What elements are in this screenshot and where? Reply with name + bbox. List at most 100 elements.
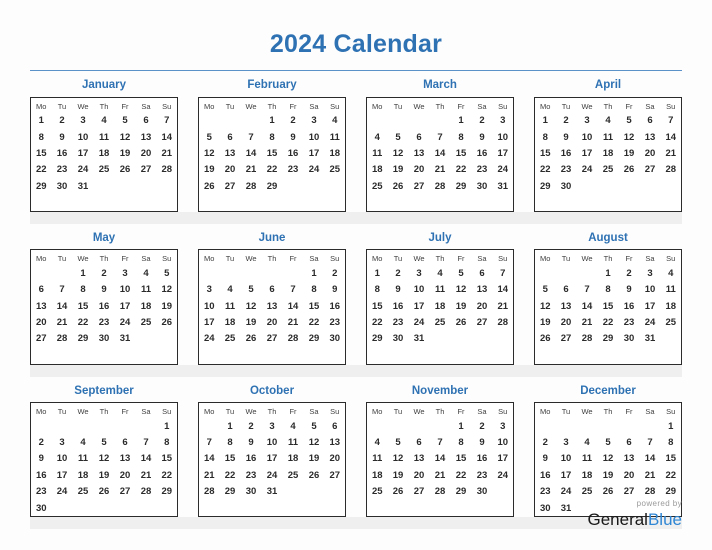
day-cell[interactable]: 29 (220, 484, 241, 500)
day-cell[interactable]: 23 (325, 314, 346, 330)
day-cell[interactable]: 18 (367, 467, 388, 483)
day-cell[interactable]: 31 (640, 331, 661, 347)
day-cell[interactable]: 7 (493, 265, 514, 281)
day-cell[interactable]: 31 (493, 178, 514, 194)
day-cell[interactable]: 27 (640, 162, 661, 178)
day-cell[interactable]: 19 (388, 467, 409, 483)
day-cell[interactable]: 16 (283, 145, 304, 161)
day-cell[interactable]: 6 (556, 282, 577, 298)
day-cell[interactable]: 5 (619, 113, 640, 129)
day-cell[interactable]: 11 (577, 451, 598, 467)
day-cell[interactable]: 28 (283, 331, 304, 347)
day-cell[interactable]: 7 (241, 129, 262, 145)
day-cell[interactable]: 10 (304, 129, 325, 145)
day-cell[interactable]: 7 (661, 113, 682, 129)
day-cell[interactable]: 22 (535, 162, 556, 178)
day-cell[interactable]: 6 (115, 434, 136, 450)
day-cell[interactable]: 3 (409, 265, 430, 281)
day-cell[interactable]: 18 (367, 162, 388, 178)
day-cell[interactable]: 12 (115, 129, 136, 145)
day-cell[interactable]: 29 (73, 331, 94, 347)
day-cell[interactable]: 15 (262, 145, 283, 161)
day-cell[interactable]: 14 (430, 451, 451, 467)
day-cell[interactable]: 2 (31, 434, 52, 450)
day-cell[interactable]: 22 (31, 162, 52, 178)
day-cell[interactable]: 21 (493, 298, 514, 314)
day-cell[interactable]: 30 (325, 331, 346, 347)
day-cell[interactable]: 26 (304, 467, 325, 483)
day-cell[interactable]: 26 (157, 314, 178, 330)
day-cell[interactable]: 26 (94, 484, 115, 500)
day-cell[interactable]: 6 (31, 282, 52, 298)
day-cell[interactable]: 4 (73, 434, 94, 450)
day-cell[interactable]: 28 (430, 484, 451, 500)
day-cell[interactable]: 10 (493, 129, 514, 145)
day-cell[interactable]: 20 (556, 314, 577, 330)
day-cell[interactable]: 22 (598, 314, 619, 330)
day-cell[interactable]: 23 (619, 314, 640, 330)
day-cell[interactable]: 4 (367, 129, 388, 145)
day-cell[interactable]: 29 (598, 331, 619, 347)
day-cell[interactable]: 17 (640, 298, 661, 314)
day-cell[interactable]: 13 (409, 145, 430, 161)
day-cell[interactable]: 10 (640, 282, 661, 298)
day-cell[interactable]: 29 (535, 178, 556, 194)
day-cell[interactable]: 10 (493, 434, 514, 450)
day-cell[interactable]: 27 (325, 467, 346, 483)
day-cell[interactable]: 29 (262, 178, 283, 194)
day-cell[interactable]: 17 (493, 145, 514, 161)
day-cell[interactable]: 30 (472, 178, 493, 194)
day-cell[interactable]: 19 (115, 145, 136, 161)
day-cell[interactable]: 12 (535, 298, 556, 314)
day-cell[interactable]: 26 (535, 331, 556, 347)
day-cell[interactable]: 1 (31, 113, 52, 129)
day-cell[interactable]: 19 (535, 314, 556, 330)
day-cell[interactable]: 25 (94, 162, 115, 178)
day-cell[interactable]: 28 (640, 484, 661, 500)
day-cell[interactable]: 2 (241, 418, 262, 434)
day-cell[interactable]: 9 (556, 129, 577, 145)
day-cell[interactable]: 27 (619, 484, 640, 500)
day-cell[interactable]: 4 (577, 434, 598, 450)
day-cell[interactable]: 21 (199, 467, 220, 483)
day-cell[interactable]: 12 (388, 451, 409, 467)
day-cell[interactable]: 7 (199, 434, 220, 450)
day-cell[interactable]: 13 (409, 451, 430, 467)
day-cell[interactable]: 31 (409, 331, 430, 347)
day-cell[interactable]: 8 (262, 129, 283, 145)
day-cell[interactable]: 23 (472, 467, 493, 483)
day-cell[interactable]: 22 (451, 467, 472, 483)
day-cell[interactable]: 11 (94, 129, 115, 145)
day-cell[interactable]: 9 (535, 451, 556, 467)
day-cell[interactable]: 15 (367, 298, 388, 314)
day-cell[interactable]: 1 (451, 113, 472, 129)
day-cell[interactable]: 10 (262, 434, 283, 450)
day-cell[interactable]: 13 (31, 298, 52, 314)
day-cell[interactable]: 15 (598, 298, 619, 314)
day-cell[interactable]: 5 (388, 434, 409, 450)
day-cell[interactable]: 5 (241, 282, 262, 298)
day-cell[interactable]: 21 (52, 314, 73, 330)
day-cell[interactable]: 22 (73, 314, 94, 330)
day-cell[interactable]: 22 (157, 467, 178, 483)
day-cell[interactable]: 4 (430, 265, 451, 281)
day-cell[interactable]: 18 (94, 145, 115, 161)
day-cell[interactable]: 28 (157, 162, 178, 178)
day-cell[interactable]: 27 (409, 484, 430, 500)
day-cell[interactable]: 1 (304, 265, 325, 281)
day-cell[interactable]: 30 (52, 178, 73, 194)
day-cell[interactable]: 21 (283, 314, 304, 330)
day-cell[interactable]: 4 (598, 113, 619, 129)
day-cell[interactable]: 27 (472, 314, 493, 330)
day-cell[interactable]: 30 (94, 331, 115, 347)
day-cell[interactable]: 3 (577, 113, 598, 129)
day-cell[interactable]: 15 (31, 145, 52, 161)
day-cell[interactable]: 3 (73, 113, 94, 129)
day-cell[interactable]: 4 (367, 434, 388, 450)
day-cell[interactable]: 6 (640, 113, 661, 129)
day-cell[interactable]: 6 (409, 434, 430, 450)
day-cell[interactable]: 3 (52, 434, 73, 450)
day-cell[interactable]: 27 (262, 331, 283, 347)
day-cell[interactable]: 26 (241, 331, 262, 347)
day-cell[interactable]: 13 (640, 129, 661, 145)
